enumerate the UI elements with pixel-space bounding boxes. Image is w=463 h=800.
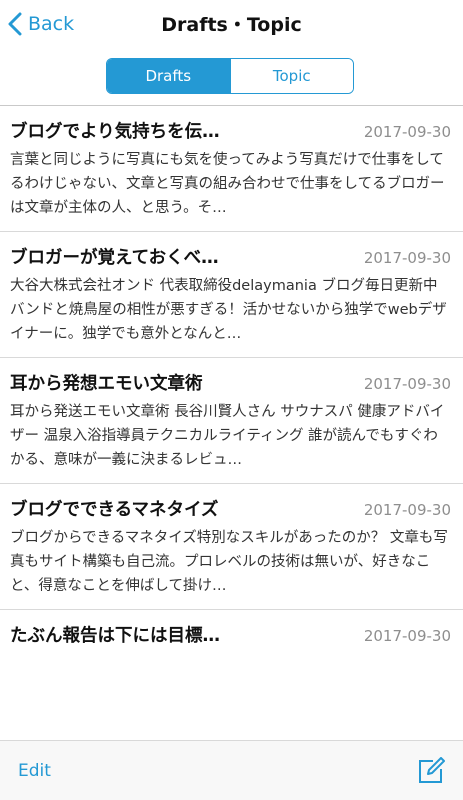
item-header: ブログでできるマネタイズ 2017-09-30 xyxy=(10,496,451,522)
bottom-toolbar: Edit xyxy=(0,741,463,800)
item-date: 2017-09-30 xyxy=(363,249,451,267)
edit-button[interactable]: Edit xyxy=(18,761,51,781)
segmented-control: Drafts Topic xyxy=(106,58,354,94)
tab-topic[interactable]: Topic xyxy=(229,59,353,93)
item-title: ブログでより気持ちを伝… xyxy=(10,122,220,142)
item-header: 耳から発想エモい文章術 2017-09-30 xyxy=(10,370,451,396)
item-body: ブログからできるマネタイズ特別なスキルがあったのか？ 文章も写真もサイト構築も自… xyxy=(10,530,448,594)
item-header: たぶん報告は下には目標… 2017-09-30 xyxy=(10,622,451,648)
item-date: 2017-09-30 xyxy=(363,123,451,141)
list-item[interactable]: ブログでより気持ちを伝… 2017-09-30 言葉と同じように写真にも気を使っ… xyxy=(0,106,463,232)
item-title: ブロガーが覚えておくべ… xyxy=(10,248,219,268)
list-item[interactable]: ブロガーが覚えておくべ… 2017-09-30 大谷大株式会社オンド 代表取締役… xyxy=(0,232,463,358)
item-title: ブログでできるマネタイズ xyxy=(10,500,219,520)
item-body: 言葉と同じように写真にも気を使ってみよう写真だけで仕事をしてるわけじゃない、文章… xyxy=(10,152,445,216)
drafts-screen: Back Drafts・Topic Drafts Topic ブログでより気持ち… xyxy=(0,0,463,800)
list-item[interactable]: 耳から発想エモい文章術 2017-09-30 耳から発送エモい文章術 長谷川賢人… xyxy=(0,358,463,484)
item-body: 大谷大株式会社オンド 代表取締役delaymania ブログ毎日更新中 バンドと… xyxy=(10,278,447,342)
page-title: Drafts・Topic xyxy=(161,14,302,36)
draft-list: ブログでより気持ちを伝… 2017-09-30 言葉と同じように写真にも気を使っ… xyxy=(0,106,463,670)
item-title: たぶん報告は下には目標… xyxy=(10,626,220,646)
item-title: 耳から発想エモい文章術 xyxy=(10,374,203,394)
item-date: 2017-09-30 xyxy=(363,627,451,645)
navigation-bar: Back Drafts・Topic xyxy=(0,0,463,48)
item-body: 耳から発送エモい文章術 長谷川賢人さん サウナスパ 健康アドバイザー 温泉入浴指… xyxy=(10,404,445,468)
item-date: 2017-09-30 xyxy=(363,375,451,393)
item-header: ブロガーが覚えておくべ… 2017-09-30 xyxy=(10,244,451,270)
list-item[interactable]: たぶん報告は下には目標… 2017-09-30 xyxy=(0,610,463,670)
tab-drafts[interactable]: Drafts xyxy=(107,59,230,93)
list-item[interactable]: ブログでできるマネタイズ 2017-09-30 ブログからできるマネタイズ特別な… xyxy=(0,484,463,610)
item-date: 2017-09-30 xyxy=(363,501,451,519)
item-header: ブログでより気持ちを伝… 2017-09-30 xyxy=(10,118,451,144)
compose-button[interactable] xyxy=(417,757,445,785)
compose-icon xyxy=(419,757,445,783)
